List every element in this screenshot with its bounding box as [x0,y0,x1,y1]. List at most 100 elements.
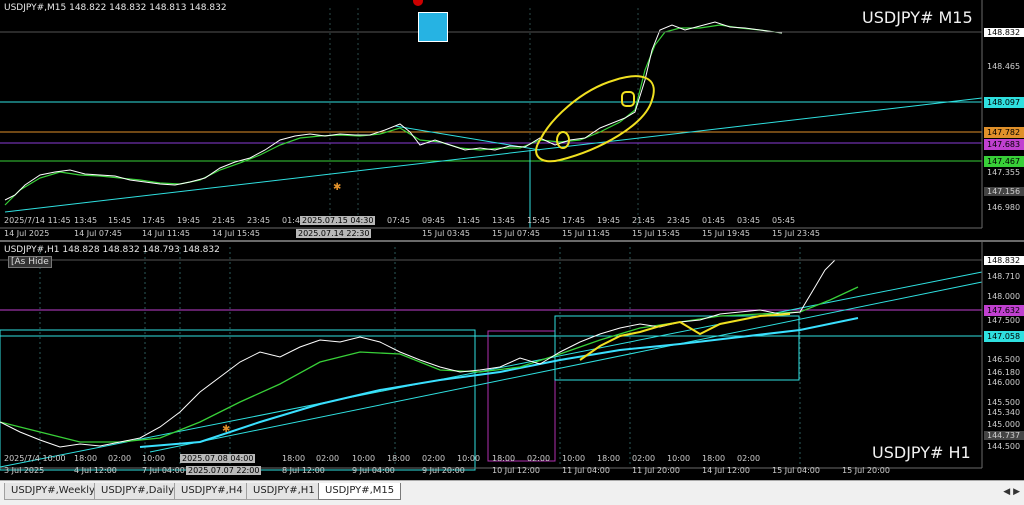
m15-time-tick: 19:45 [177,216,201,225]
m15-time-tick: 07:45 [387,216,411,225]
h1-big-title: USDJPY# H1 [872,443,971,462]
h1-price-line [0,259,858,448]
m15-symbol-line: USDJPY#,M15 148.822 148.832 148.813 148.… [4,3,227,13]
m15-price-label: 148.832 [984,28,1024,37]
h1-marker-icon: ✱ [222,424,230,435]
h1-ma-slow [139,317,859,448]
h1-time-tick: 18:00 [282,454,306,463]
h1-price-label: 146.500 [987,355,1021,364]
m15-date-tick: 15 Jul 15:45 [632,229,680,238]
m15-time-tick: 09:45 [422,216,446,225]
m15-marker-icon: ✱ [333,182,341,193]
h1-price-tag-magenta: 147.632 [984,305,1024,316]
h1-date-tick: 10 Jul 12:00 [492,466,540,475]
h1-time-tick: 02:00 [737,454,761,463]
m15-date-tick: 15 Jul 11:45 [562,229,610,238]
m15-date-highlight: 2025.07.14 22:30 [296,229,372,238]
m15-time-tick: 19:45 [597,216,621,225]
as-hide-button[interactable]: [As Hide [8,256,52,268]
h1-time-tick: 02:00 [316,454,340,463]
m15-grid [329,8,639,228]
h1-grid [39,247,801,467]
m15-chart-svg[interactable]: ✱ [0,0,1024,240]
m15-time-tick: 2025/7/14 11:45 [4,216,71,225]
h1-time-highlight: 2025.07.08 04:00 [180,454,256,463]
h1-price-label: 148.710 [987,272,1021,281]
m15-time-tick: 01:45 [702,216,726,225]
m15-date-tick: 14 Jul 11:45 [142,229,190,238]
h1-chart-svg[interactable]: ✱ [0,242,1024,480]
m15-date-tick: 14 Jul 07:45 [74,229,122,238]
m15-time-tick: 21:45 [212,216,236,225]
m15-price-tag-magenta: 147.683 [984,139,1024,150]
tab-scroll-buttons[interactable]: ◀ ▶ [1003,487,1020,497]
h1-date-tick: 9 Jul 20:00 [422,466,465,475]
h1-date-tick: 11 Jul 20:00 [632,466,680,475]
m15-time-tick: 13:45 [74,216,98,225]
m15-yellow-ellipse [535,75,655,163]
h1-price-label: 147.500 [987,316,1021,325]
m15-price-tag-orange: 147.782 [984,127,1024,138]
h1-trendline-1 [0,271,983,468]
h1-price-label: 145.340 [987,408,1021,417]
m15-time-tick: 23:45 [247,216,271,225]
m15-time-tick: 17:45 [562,216,586,225]
h1-price-label: 144.737 [984,431,1024,440]
tab-h4[interactable]: USDJPY#,H4 [174,483,250,500]
h1-date-highlight: 2025.07.07 22:00 [186,466,262,475]
m15-time-tick: 03:45 [737,216,761,225]
m15-price-label: 148.465 [987,62,1021,71]
m15-date-tick: 14 Jul 2025 [4,229,50,238]
h1-symbol-line: USDJPY#,H1 148.828 148.832 148.793 148.8… [4,245,220,255]
h1-time-tick: 10:00 [352,454,376,463]
m15-time-tick: 15:45 [527,216,551,225]
m15-time-tick: 17:45 [142,216,166,225]
h1-time-tick: 2025/7/4 10:00 [4,454,66,463]
h1-price-label: 148.832 [984,256,1024,265]
m15-price-label: 147.355 [987,168,1021,177]
m15-yellow-small-rect [621,91,635,107]
m15-time-tick: 15:45 [108,216,132,225]
h1-time-tick: 10:00 [142,454,166,463]
tab-h1[interactable]: USDJPY#,H1 [246,483,322,500]
h1-time-tick: 10:00 [667,454,691,463]
h1-date-tick: 7 Jul 04:00 [142,466,185,475]
chart-tab-bar: USDJPY#,Weekly USDJPY#,Daily USDJPY#,H4 … [0,480,1024,505]
m15-time-tick: 23:45 [667,216,691,225]
m15-time-tick: 13:45 [492,216,516,225]
h1-price-label: 144.500 [987,442,1021,451]
h1-time-tick: 10:00 [562,454,586,463]
m15-price-label: 146.980 [987,203,1021,212]
h1-date-tick: 4 Jul 12:00 [74,466,117,475]
m15-yellow-small-circle [556,131,570,149]
m15-time-tick: 21:45 [632,216,656,225]
tab-daily[interactable]: USDJPY#,Daily [94,483,182,500]
h1-time-tick: 02:00 [108,454,132,463]
m15-price-label: 147.156 [984,187,1024,196]
h1-date-tick: 11 Jul 04:00 [562,466,610,475]
h1-date-tick: 9 Jul 04:00 [352,466,395,475]
h1-trendline-2 [149,281,983,453]
m15-date-tick: 15 Jul 07:45 [492,229,540,238]
tab-m15[interactable]: USDJPY#,M15 [318,483,402,500]
m15-price-tag-green: 147.467 [984,156,1024,167]
m15-date-tick: 15 Jul 23:45 [772,229,820,238]
h1-time-tick: 18:00 [702,454,726,463]
h1-time-tick: 02:00 [632,454,656,463]
m15-big-title: USDJPY# M15 [862,8,973,27]
h1-chart-pane[interactable]: ✱ USDJPY#,H1 148.828 148.832 148.793 148… [0,242,1024,480]
m15-time-tick: 11:45 [457,216,481,225]
h1-price-label: 148.000 [987,292,1021,301]
h1-magenta-box [487,330,556,462]
tab-weekly[interactable]: USDJPY#,Weekly [4,483,102,500]
h1-price-label: 146.000 [987,378,1021,387]
h1-time-tick: 18:00 [597,454,621,463]
m15-date-tick: 14 Jul 15:45 [212,229,260,238]
m15-price-line [4,21,783,201]
h1-price-label: 145.000 [987,420,1021,429]
h1-cyan-box-2 [554,315,800,381]
h1-time-tick: 18:00 [387,454,411,463]
m15-time-tick: 05:45 [772,216,796,225]
m15-chart-pane[interactable]: ✱ USDJPY#,M15 148.822 148.832 148.813 14… [0,0,1024,240]
m15-date-tick: 15 Jul 19:45 [702,229,750,238]
